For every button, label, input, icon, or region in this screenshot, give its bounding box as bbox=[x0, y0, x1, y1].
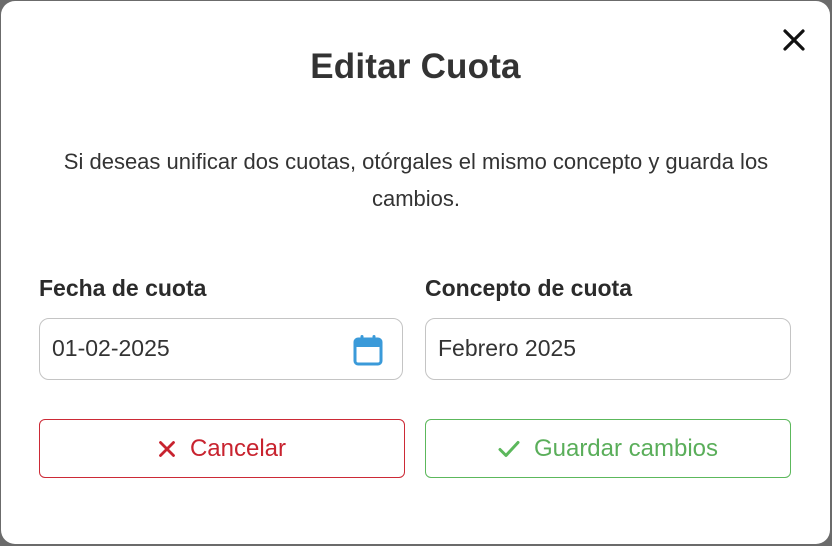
date-field-label: Fecha de cuota bbox=[39, 275, 207, 301]
check-icon bbox=[498, 440, 520, 457]
concept-field-label: Concepto de cuota bbox=[425, 275, 633, 301]
date-field[interactable] bbox=[39, 318, 403, 380]
cancel-button-label: Cancelar bbox=[189, 434, 287, 462]
concept-input[interactable] bbox=[438, 319, 738, 378]
cancel-button[interactable]: Cancelar bbox=[39, 419, 405, 478]
x-icon bbox=[159, 440, 175, 457]
date-input[interactable] bbox=[52, 319, 352, 378]
modal-description: Si deseas unificar dos cuotas, otórgales… bbox=[63, 149, 769, 211]
modal-title: Editar Cuota bbox=[310, 47, 521, 86]
save-changes-button[interactable]: Guardar cambios bbox=[425, 419, 791, 478]
edit-installment-modal: Editar Cuota Si deseas unificar dos cuot… bbox=[1, 1, 830, 544]
save-button-label: Guardar cambios bbox=[533, 434, 719, 462]
calendar-icon[interactable] bbox=[353, 334, 383, 366]
concept-field[interactable] bbox=[425, 318, 791, 380]
